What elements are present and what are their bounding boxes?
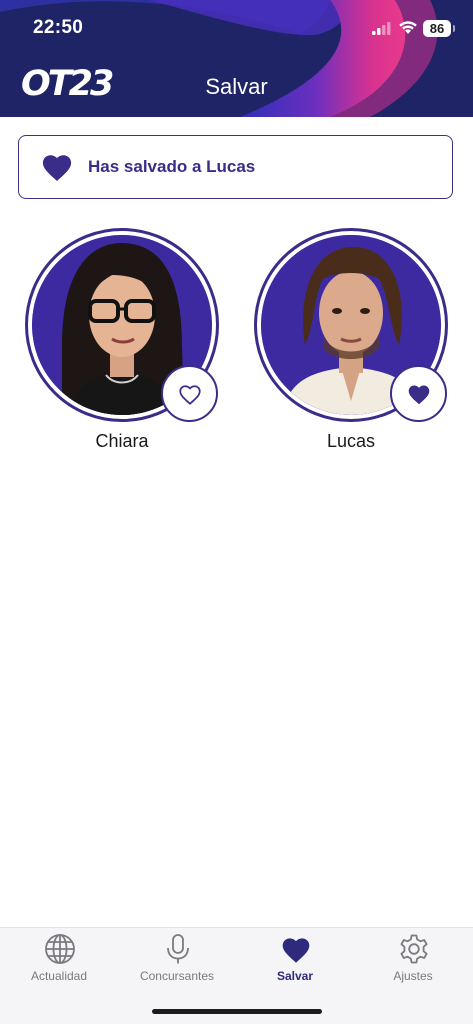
tab-ajustes[interactable]: Ajustes — [354, 928, 472, 998]
wifi-icon — [399, 21, 417, 34]
saved-confirmation-banner: Has salvado a Lucas — [18, 135, 453, 199]
microphone-icon — [167, 934, 189, 964]
heart-icon — [282, 938, 310, 963]
battery-nub — [453, 25, 455, 32]
save-toggle-button[interactable] — [161, 365, 218, 422]
banner-message: Has salvado a Lucas — [88, 157, 256, 176]
signal-icon — [372, 22, 391, 35]
contestant-name: Chiara — [95, 431, 149, 451]
contestant-name: Lucas — [326, 431, 376, 451]
page-title: Salvar — [205, 74, 268, 99]
tab-label: Salvar — [276, 969, 314, 983]
app-header: 22:50 86 OT23 Salvar — [0, 0, 473, 117]
tab-actualidad[interactable]: Actualidad — [0, 928, 118, 998]
heart-icon — [42, 155, 72, 182]
status-time: 22:50 — [33, 17, 84, 38]
globe-icon — [45, 934, 75, 964]
status-bar: 22:50 86 — [0, 0, 473, 56]
heart-outline-icon — [178, 384, 201, 405]
tab-salvar[interactable]: Salvar — [236, 928, 354, 998]
home-indicator[interactable] — [152, 1009, 322, 1014]
tab-label: Concursantes — [139, 969, 215, 983]
tab-label: Actualidad — [30, 969, 88, 983]
tab-concursantes[interactable]: Concursantes — [118, 928, 236, 998]
tab-label: Ajustes — [393, 969, 433, 983]
gear-icon — [400, 934, 428, 964]
battery-indicator: 86 — [423, 20, 451, 37]
heart-filled-icon — [408, 385, 429, 404]
save-toggle-button[interactable] — [390, 365, 447, 422]
